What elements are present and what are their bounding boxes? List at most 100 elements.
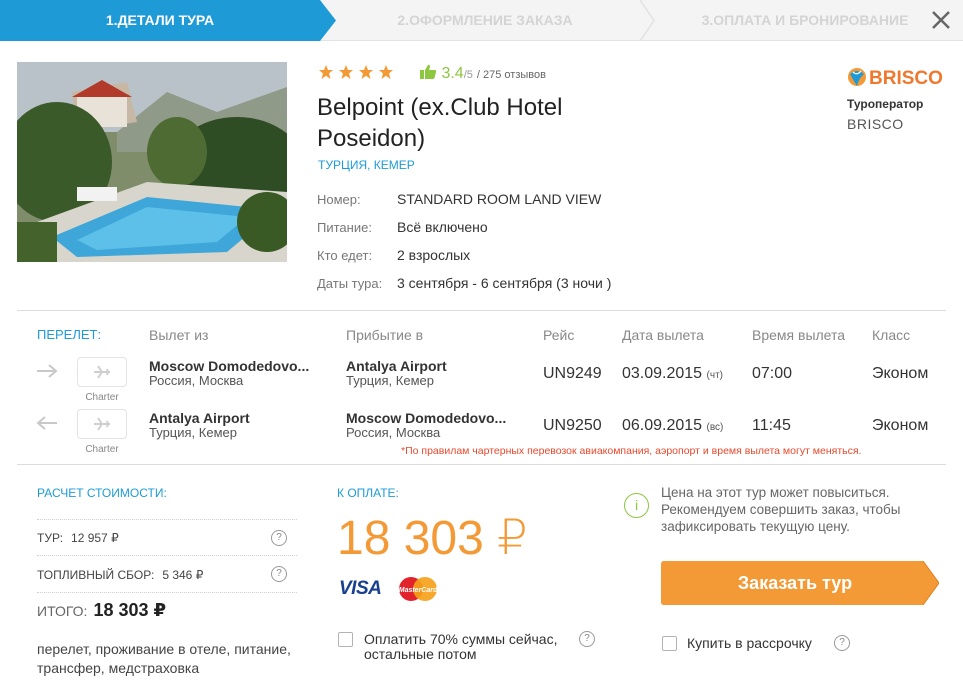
flight-from-name: Moscow Domodedovo...: [149, 358, 310, 374]
calc-total-value: 18 303 ₽: [93, 600, 167, 620]
divider: [17, 464, 946, 465]
flight-to-name: Antalya Airport: [346, 358, 447, 374]
arrow-right-icon: [37, 364, 58, 378]
col-header-date: Дата вылета: [622, 327, 704, 343]
flight-to: Antalya Airport Турция, Кемер: [346, 358, 526, 388]
help-icon[interactable]: ?: [271, 566, 287, 582]
price-warning: Цена на этот тур может повыситься. Реком…: [661, 485, 901, 534]
detail-guests-label: Кто едет:: [317, 248, 373, 263]
flight-weekday: (вс): [706, 422, 724, 433]
flight-section-label: ПЕРЕЛЕТ:: [37, 327, 102, 342]
charter-label: Charter: [85, 444, 119, 455]
detail-meals-value: Всё включено: [397, 219, 488, 235]
close-icon[interactable]: [927, 6, 955, 34]
step-order-form[interactable]: 2.ОФОРМЛЕНИЕ ЗАКАЗА: [335, 0, 635, 41]
help-icon[interactable]: ?: [271, 530, 287, 546]
flight-from-sub: Турция, Кемер: [149, 425, 237, 440]
flight-number: UN9250: [543, 417, 602, 434]
calc-total: ИТОГО: 18 303 ₽: [37, 600, 166, 621]
detail-dates-label: Даты тура:: [317, 276, 383, 291]
flight-to-name: Moscow Domodedovo...: [346, 410, 507, 426]
order-button-label: Заказать тур: [737, 573, 853, 593]
dotted-divider: [37, 519, 297, 520]
operator-title: Туроператор: [847, 97, 924, 111]
detail-room: Номер: STANDARD ROOM LAND VIEW: [317, 191, 601, 207]
calc-tour-value: 12 957 ₽: [71, 531, 119, 545]
hotel-stars-icon: [319, 65, 393, 79]
flight-class: Эконом: [872, 417, 929, 434]
progress-steps: 1.ДЕТАЛИ ТУРА 2.ОФОРМЛЕНИЕ ЗАКАЗА 3.ОПЛА…: [0, 0, 963, 41]
detail-dates-value: 3 сентября - 6 сентября (3 ночи ): [397, 275, 612, 291]
hotel-name: Belpoint (ex.Club Hotel Poseidon): [317, 94, 563, 152]
mastercard-text: MasterCard: [399, 587, 438, 594]
calc-title: РАСЧЕТ СТОИМОСТИ:: [37, 486, 167, 500]
rating-value: 3.4: [441, 65, 464, 82]
divider: [17, 310, 946, 311]
hotel-photo[interactable]: [17, 62, 287, 262]
flight-number: UN9249: [543, 365, 602, 382]
reviews-count[interactable]: / 275 отзывов: [477, 69, 546, 81]
order-tour-button[interactable]: Заказать тур: [661, 561, 939, 605]
operator-logo: BRISCO: [847, 66, 949, 95]
detail-room-label: Номер:: [317, 192, 361, 207]
flight-from: Antalya Airport Турция, Кемер: [149, 410, 329, 440]
flight-date: 03.09.2015 (чт): [622, 365, 723, 383]
partial-payment-checkbox[interactable]: [338, 632, 353, 647]
calc-fuel-label: ТОПЛИВНЫЙ СБОР:: [37, 568, 155, 582]
plane-icon: [94, 365, 110, 379]
partial-payment-label[interactable]: Оплатить 70% суммы сейчас, остальные пот…: [364, 632, 579, 662]
operator-name: BRISCO: [847, 116, 904, 132]
dotted-divider: [37, 555, 297, 556]
pay-title: К ОПЛАТЕ:: [337, 486, 399, 500]
globe-icon: BRISCO: [848, 68, 943, 89]
calc-total-label: ИТОГО:: [37, 603, 88, 619]
col-header-to: Прибытие в: [346, 327, 424, 343]
info-icon: i: [624, 493, 649, 518]
help-icon[interactable]: ?: [834, 635, 850, 651]
detail-dates: Даты тура: 3 сентября - 6 сентября (3 ноч…: [317, 275, 611, 291]
hotel-rating[interactable]: 3.4/5 / 275 отзывов: [419, 64, 546, 83]
flight-class: Эконом: [872, 365, 929, 382]
calc-tour: ТУР: 12 957 ₽: [37, 531, 119, 545]
installment-checkbox[interactable]: [662, 636, 677, 651]
calc-fuel-value: 5 346 ₽: [162, 568, 204, 582]
flight-from-sub: Россия, Москва: [149, 373, 244, 388]
flight-from-name: Antalya Airport: [149, 410, 250, 426]
flight-weekday: (чт): [706, 370, 723, 381]
step-arrow-active: [320, 0, 336, 41]
flight-date-value: 06.09.2015: [622, 417, 703, 434]
dotted-divider: [37, 592, 297, 593]
operator-logo-text: BRISCO: [869, 68, 943, 89]
step-payment[interactable]: 3.ОПЛАТА И БРОНИРОВАНИЕ: [650, 0, 960, 41]
flight-date-value: 03.09.2015: [622, 365, 703, 382]
pay-amount: 18 303 ₽: [337, 512, 528, 565]
calc-fuel: ТОПЛИВНЫЙ СБОР: 5 346 ₽: [37, 568, 203, 582]
flight-to-sub: Россия, Москва: [346, 425, 441, 440]
thumbs-up-icon: [420, 64, 437, 79]
mastercard-icon: MasterCard: [399, 577, 438, 601]
step-tour-details[interactable]: 1.ДЕТАЛИ ТУРА: [0, 0, 320, 41]
help-icon[interactable]: ?: [579, 631, 595, 647]
flight-from: Moscow Domodedovo... Россия, Москва: [149, 358, 329, 388]
price-includes: перелет, проживание в отеле, питание, тр…: [37, 641, 291, 676]
flight-to: Moscow Domodedovo... Россия, Москва: [346, 410, 526, 440]
arrow-left-icon: [36, 416, 57, 430]
flight-time: 07:00: [752, 365, 793, 382]
charter-rules-note: *По правилам чартерных перевозок авиаком…: [401, 445, 862, 457]
calc-tour-label: ТУР:: [37, 531, 64, 545]
plane-icon-box: [77, 357, 127, 387]
plane-icon: [94, 417, 110, 431]
installment-label[interactable]: Купить в рассрочку: [687, 636, 812, 651]
col-header-class: Класс: [872, 327, 911, 343]
detail-meals-label: Питание:: [317, 220, 372, 235]
detail-guests-value: 2 взрослых: [397, 247, 471, 263]
col-header-time: Время вылета: [752, 327, 846, 343]
visa-logo: VISA: [339, 578, 382, 599]
detail-guests: Кто едет: 2 взрослых: [317, 247, 470, 263]
detail-meals: Питание: Всё включено: [317, 219, 488, 235]
rating-max: /5: [463, 69, 473, 81]
flight-time: 11:45: [752, 417, 791, 434]
plane-icon-box: [77, 409, 127, 439]
hotel-location[interactable]: ТУРЦИЯ, КЕМЕР: [318, 158, 415, 172]
col-header-from: Вылет из: [149, 327, 209, 343]
